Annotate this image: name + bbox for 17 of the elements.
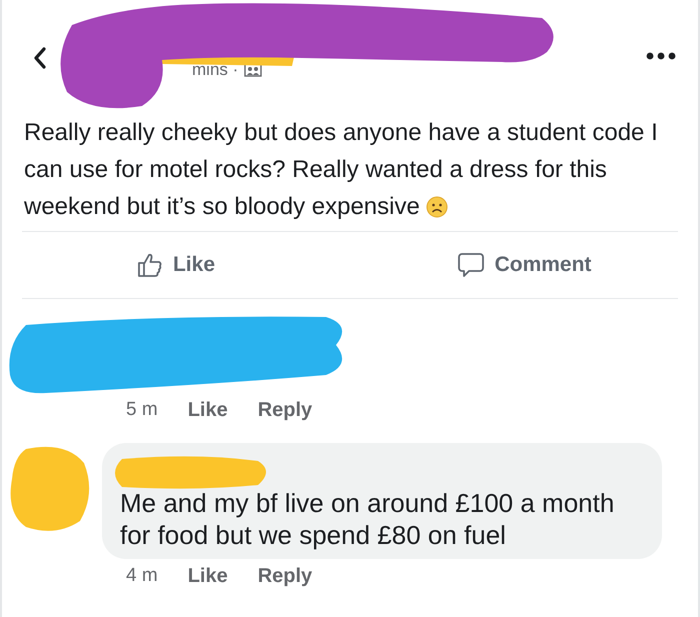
like-button[interactable]: Like [2,232,350,298]
thumbs-up-icon [136,252,163,278]
comment-text: Me and my bf live on around £100 a month for food but we spend £80 on fuel [120,487,616,551]
speech-bubble-icon [456,251,485,279]
sad-face-icon [426,196,448,218]
post-time: mins · [192,60,238,80]
comment-time: 5 m [126,399,158,421]
comment-action-link[interactable]: Reply [258,564,312,588]
comment-action-link[interactable]: Reply [258,398,312,422]
comment-time: 4 m [126,565,158,587]
post-text: Really really cheeky but does anyone have a student code I can use for motel rocks? Really wanted a dress for this weekend but it’s so bloody expensive [23,118,659,222]
back-icon[interactable] [32,46,48,70]
more-options-icon[interactable] [646,52,676,60]
comment-action-link[interactable]: Like [188,564,228,588]
group-icon [244,63,262,77]
comment-button[interactable]: Comment [350,232,698,298]
comment-action-link[interactable]: Like [188,398,228,422]
